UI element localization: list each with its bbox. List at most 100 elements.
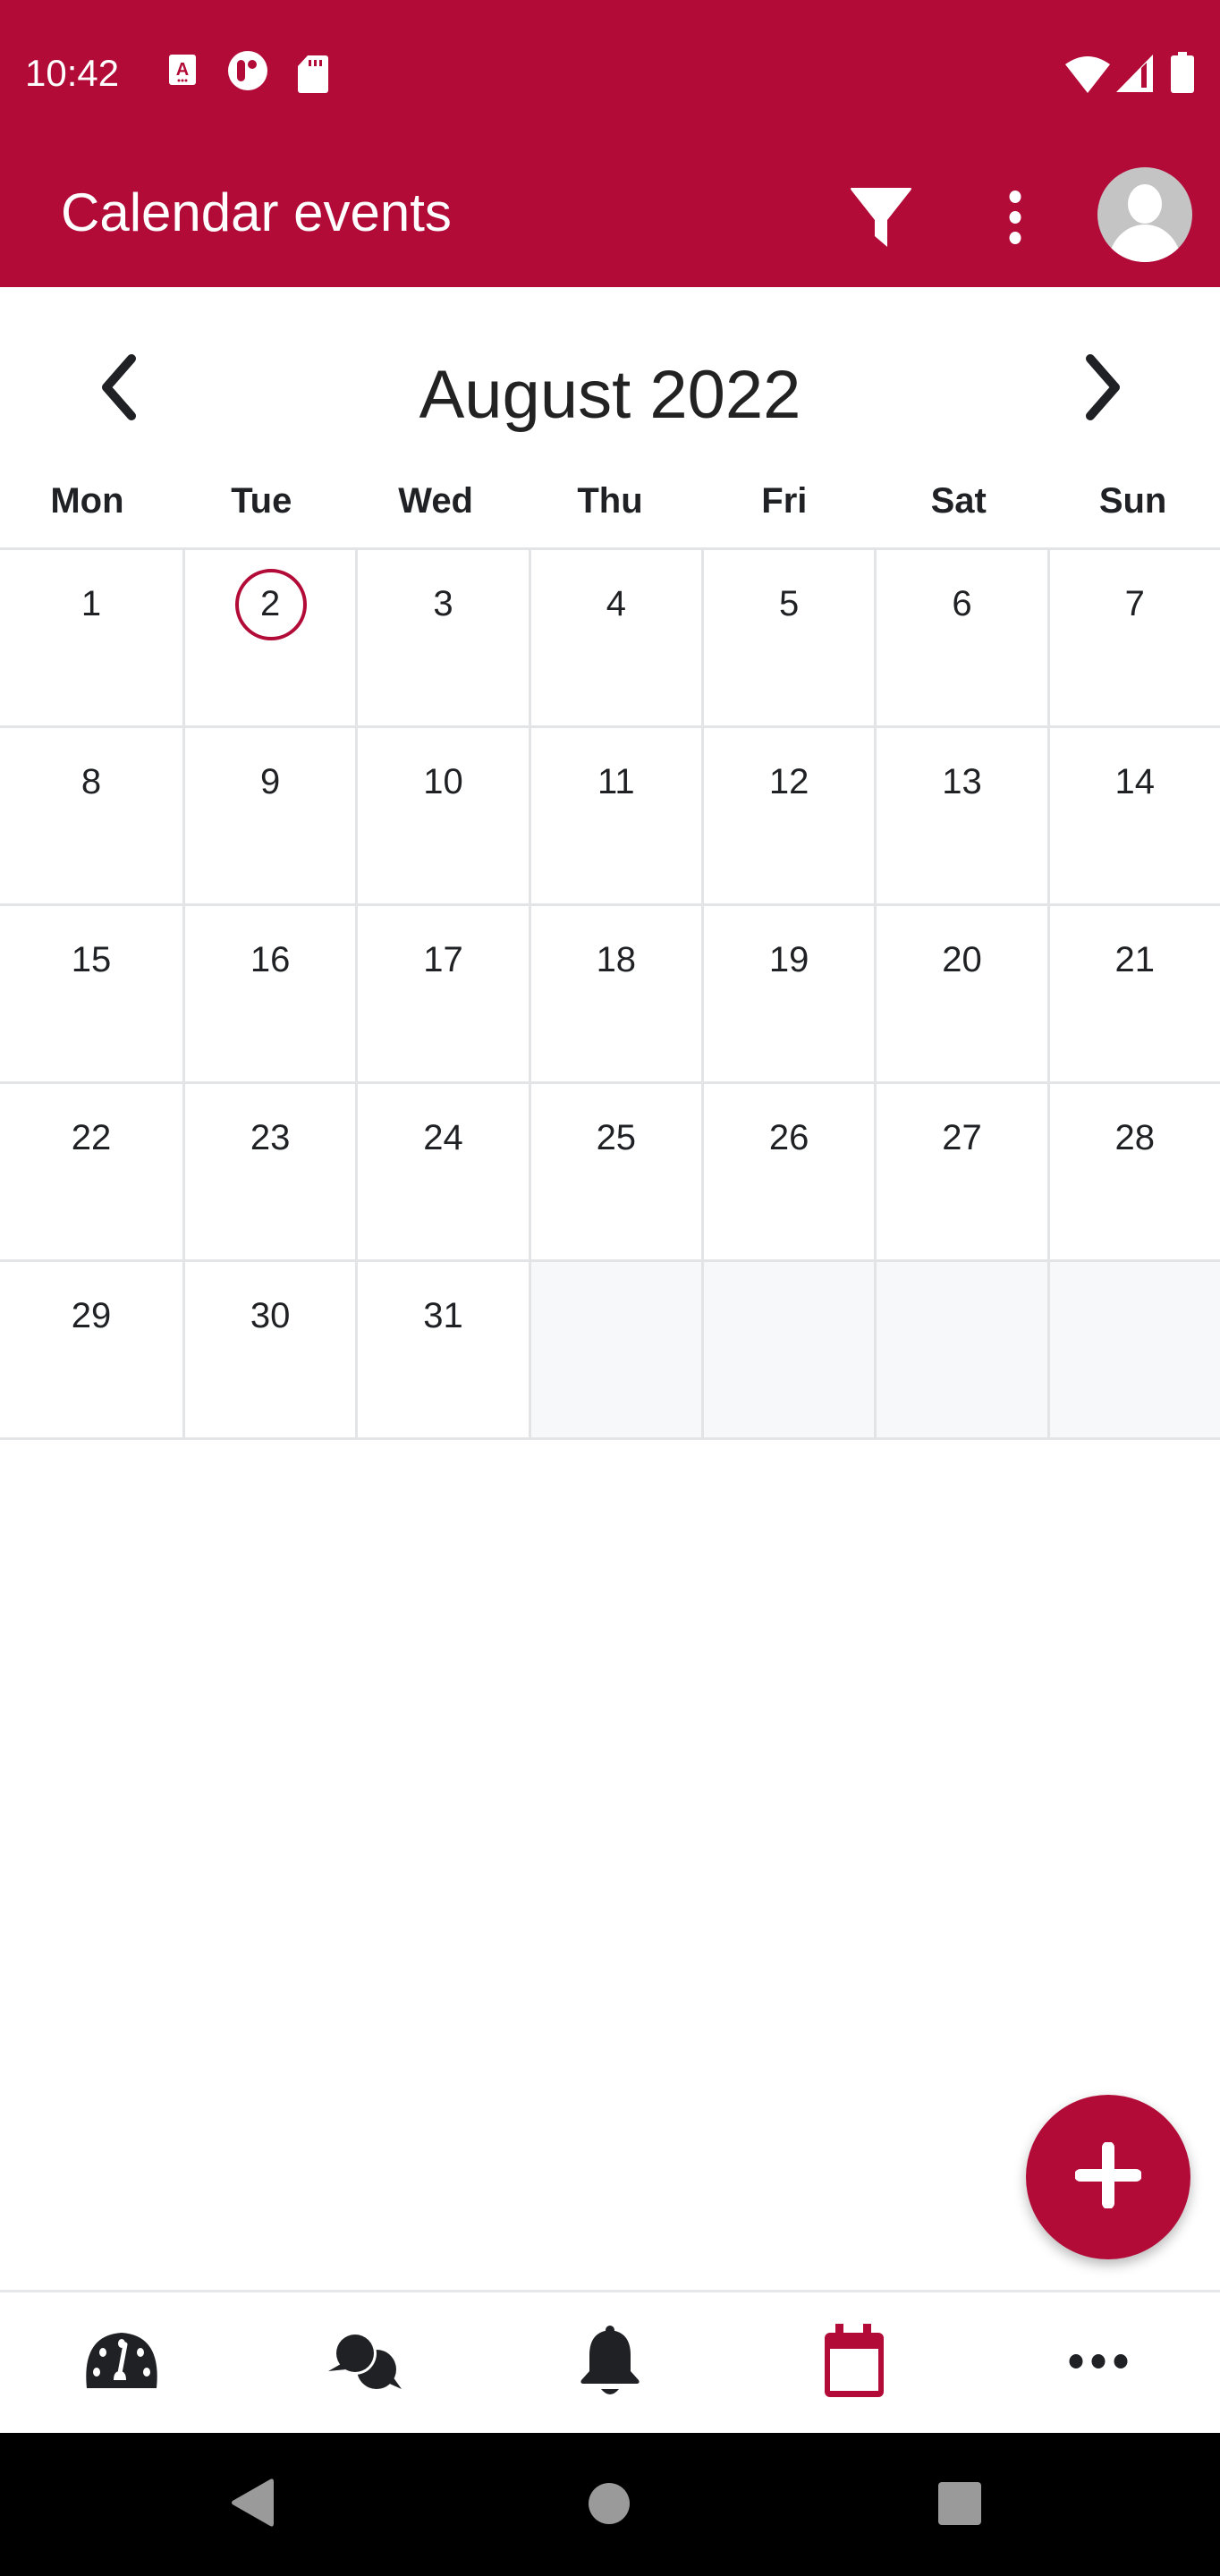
calendar-day-cell[interactable]: 28 [1049, 1084, 1220, 1259]
calendar-empty-cell [530, 1262, 704, 1437]
calendar-day-cell[interactable]: 24 [358, 1084, 531, 1259]
calendar-day-cell[interactable]: 3 [358, 550, 531, 725]
more-horizontal-icon [1068, 2352, 1129, 2375]
user-avatar-icon [1097, 166, 1193, 267]
nav-notifications[interactable] [488, 2292, 733, 2435]
day-number: 5 [779, 584, 800, 623]
filter-icon [850, 186, 912, 253]
calendar-day-cell[interactable]: 27 [877, 1084, 1050, 1259]
day-number: 20 [942, 940, 982, 979]
calendar-day-cell[interactable]: 10 [358, 728, 531, 903]
back-icon[interactable] [231, 2478, 275, 2532]
calendar-week-row: 22 23 24 25 26 27 28 [0, 1084, 1220, 1262]
calendar-day-cell[interactable]: 11 [530, 728, 704, 903]
calendar-day-cell[interactable]: 21 [1049, 906, 1220, 1081]
day-number: 1 [80, 584, 102, 623]
calendar-day-cell[interactable]: 4 [530, 550, 704, 725]
day-number: 30 [250, 1296, 291, 1335]
calendar-day-cell[interactable]: 15 [0, 906, 185, 1081]
weekday-label: Sun [1098, 481, 1167, 521]
calendar-icon [822, 2324, 886, 2403]
calendar-day-cell[interactable]: 25 [530, 1084, 704, 1259]
nav-calendar[interactable] [732, 2292, 976, 2435]
calendar-day-cell[interactable]: 26 [703, 1084, 877, 1259]
day-number: 18 [596, 940, 637, 979]
calendar-day-cell[interactable]: 18 [530, 906, 704, 1081]
wifi-icon [1064, 54, 1111, 97]
next-month-button[interactable] [1063, 349, 1143, 429]
filter-button[interactable] [841, 179, 921, 259]
day-number: 9 [260, 762, 281, 801]
day-number: 19 [768, 940, 809, 979]
calendar-day-cell[interactable]: 9 [185, 728, 359, 903]
day-number: 28 [1114, 1118, 1156, 1157]
app-bar: Calendar events [0, 143, 1220, 287]
nav-more[interactable] [976, 2292, 1220, 2435]
calendar-day-cell[interactable]: 20 [877, 906, 1050, 1081]
calendar-day-cell[interactable]: 14 [1049, 728, 1220, 903]
day-number: 22 [71, 1118, 112, 1157]
calendar-day-cell[interactable]: 17 [358, 906, 531, 1081]
calendar-week-row: 29 30 31 [0, 1262, 1220, 1440]
calendar-day-cell[interactable]: 7 [1049, 550, 1220, 725]
today-day-number: 2 [185, 568, 355, 640]
day-number: 12 [768, 762, 809, 801]
calendar-day-cell[interactable]: 8 [0, 728, 185, 903]
day-number: 31 [423, 1296, 463, 1335]
day-number: 24 [423, 1118, 463, 1157]
nav-chat[interactable] [244, 2292, 488, 2435]
avatar[interactable] [1097, 166, 1193, 267]
calendar-week-row: 1 2 3 4 5 6 7 [0, 550, 1220, 728]
calendar-day-cell[interactable]: 16 [185, 906, 359, 1081]
day-number: 7 [1124, 584, 1145, 623]
calendar-day-cell[interactable]: 6 [877, 550, 1050, 725]
day-number: 14 [1114, 762, 1156, 801]
weekday-header: Mon Tue Wed Thu Fri Sat Sun [0, 481, 1220, 535]
calendar-day-cell[interactable]: 23 [185, 1084, 359, 1259]
calendar-day-cell[interactable]: 31 [358, 1262, 531, 1437]
calendar-empty-cell [703, 1262, 877, 1437]
more-vertical-icon [1008, 190, 1022, 250]
page-title: Calendar events [61, 182, 452, 242]
bottom-navigation [0, 2290, 1220, 2435]
day-number: 27 [942, 1118, 982, 1157]
day-number: 11 [597, 762, 635, 801]
bell-icon [579, 2325, 641, 2402]
weekday-label: Sat [930, 481, 987, 521]
day-number: 10 [423, 762, 463, 801]
calendar-day-cell[interactable]: 30 [185, 1262, 359, 1437]
home-icon[interactable] [587, 2481, 631, 2530]
chevron-right-icon [1083, 353, 1123, 426]
calendar-day-cell[interactable]: 12 [703, 728, 877, 903]
calendar-week-row: 8 9 10 11 12 13 14 [0, 728, 1220, 906]
calendar-day-cell[interactable]: 5 [703, 550, 877, 725]
sd-card-icon [297, 55, 329, 97]
day-number: 16 [250, 940, 291, 979]
day-number: 13 [942, 762, 982, 801]
day-number: 17 [423, 940, 463, 979]
month-title: August 2022 [419, 357, 801, 433]
calendar-day-cell[interactable]: 2 [185, 550, 359, 725]
recents-icon[interactable] [937, 2481, 982, 2530]
accessibility-a-icon: A [168, 54, 197, 90]
calendar-day-cell[interactable]: 22 [0, 1084, 185, 1259]
weekday-label: Wed [398, 481, 473, 521]
calendar-grid: 1 2 3 4 5 6 7 8 9 10 11 12 13 14 15 16 17 18 19 20 21 22 23 24 2… [0, 547, 1220, 1440]
weekday-label: Fri [761, 481, 808, 521]
day-number: 21 [1114, 940, 1156, 979]
calendar-empty-cell [1049, 1262, 1220, 1437]
day-number: 25 [596, 1118, 637, 1157]
battery-icon [1170, 52, 1195, 97]
weekday-label: Mon [50, 481, 124, 521]
day-number: 6 [952, 584, 972, 623]
calendar-day-cell[interactable]: 13 [877, 728, 1050, 903]
weekday-label: Thu [577, 481, 643, 521]
add-event-button[interactable] [1026, 2095, 1190, 2259]
calendar-day-cell[interactable]: 1 [0, 550, 185, 725]
calendar-day-cell[interactable]: 19 [703, 906, 877, 1081]
calendar-week-row: 15 16 17 18 19 20 21 [0, 906, 1220, 1084]
calendar-day-cell[interactable]: 29 [0, 1262, 185, 1437]
dashboard-gauge-icon [85, 2332, 158, 2395]
nav-dashboard[interactable] [0, 2292, 244, 2435]
more-options-button[interactable] [975, 179, 1055, 259]
